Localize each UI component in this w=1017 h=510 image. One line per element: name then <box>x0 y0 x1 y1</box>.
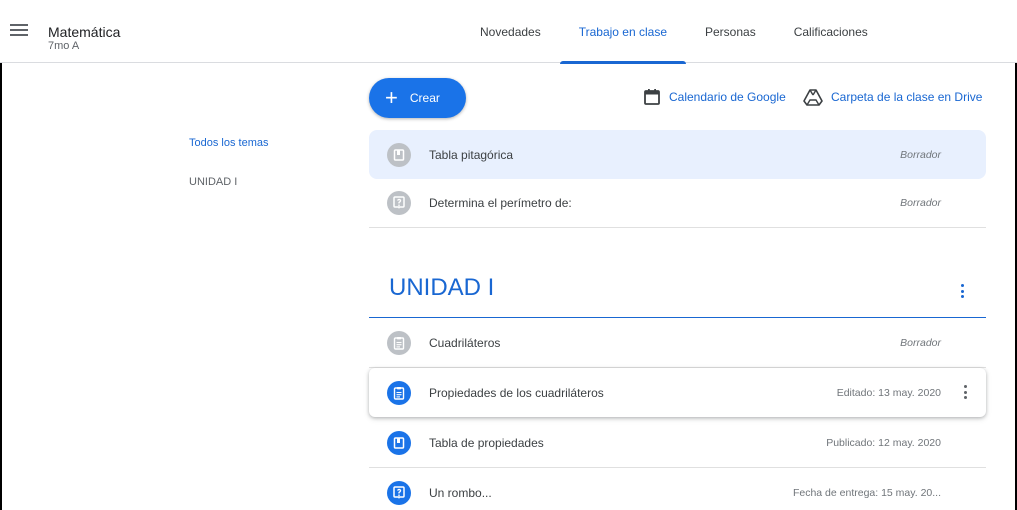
topic-divider <box>369 317 986 318</box>
item-status: Editado: 13 may. 2020 <box>836 386 941 399</box>
list-item[interactable]: Determina el perímetro de: Borrador <box>369 179 986 228</box>
item-status: Publicado: 12 may. 2020 <box>826 437 941 449</box>
topic-title: UNIDAD I <box>389 274 495 301</box>
create-button[interactable]: + Crear <box>369 78 466 118</box>
sidebar-item-all-topics[interactable]: Todos los temas <box>189 137 268 149</box>
item-status: Borrador <box>900 148 941 161</box>
tab-calificaciones[interactable]: Calificaciones <box>775 0 887 63</box>
material-icon <box>387 431 411 455</box>
calendar-link-label: Calendario de Google <box>669 90 786 104</box>
class-name[interactable]: Matemática <box>48 24 120 40</box>
item-title: Cuadriláteros <box>429 336 501 350</box>
item-title: Determina el perímetro de: <box>429 196 572 210</box>
class-tabs: Novedades Trabajo en clase Personas Cali… <box>461 0 887 64</box>
tab-personas[interactable]: Personas <box>686 0 775 63</box>
item-title: Tabla de propiedades <box>429 436 544 450</box>
list-item[interactable]: Tabla pitagórica Borrador <box>369 130 986 179</box>
list-item[interactable]: Propiedades de los cuadriláteros Editado… <box>369 368 986 417</box>
item-status: Borrador <box>900 337 941 349</box>
list-item[interactable]: Un rombo... Fecha de entrega: 15 may. 20… <box>369 468 986 510</box>
list-item[interactable]: Tabla de propiedades Publicado: 12 may. … <box>369 419 986 468</box>
item-title: Propiedades de los cuadriláteros <box>429 385 604 400</box>
topic-more-options-icon[interactable] <box>961 284 965 298</box>
assignment-icon <box>387 380 411 405</box>
calendar-icon <box>644 89 660 105</box>
item-status: Borrador <box>900 197 941 209</box>
drive-folder-link[interactable]: Carpeta de la clase en Drive <box>803 88 982 106</box>
drive-icon <box>803 89 823 106</box>
item-status: Fecha de entrega: 15 may. 20... <box>792 486 941 499</box>
plus-icon: + <box>385 85 398 110</box>
item-title: Tabla pitagórica <box>429 147 514 162</box>
create-button-label: Crear <box>409 91 440 105</box>
material-icon <box>387 142 411 167</box>
sidebar-item-unidad-i[interactable]: UNIDAD I <box>189 176 237 188</box>
top-app-bar: Matemática 7mo A Novedades Trabajo en cl… <box>0 0 1017 64</box>
drive-link-label: Carpeta de la clase en Drive <box>831 90 983 104</box>
class-section: 7mo A <box>48 40 80 52</box>
more-options-icon[interactable] <box>964 385 968 399</box>
question-icon <box>387 191 411 215</box>
list-item[interactable]: Cuadriláteros Borrador <box>369 319 986 368</box>
tab-trabajo-en-clase[interactable]: Trabajo en clase <box>559 0 687 64</box>
item-title: Un rombo... <box>429 485 492 500</box>
tab-novedades[interactable]: Novedades <box>461 0 560 63</box>
question-icon <box>387 480 411 505</box>
google-calendar-link[interactable]: Calendario de Google <box>643 88 786 106</box>
hamburger-menu-icon[interactable] <box>10 24 28 38</box>
assignment-icon <box>387 331 411 355</box>
